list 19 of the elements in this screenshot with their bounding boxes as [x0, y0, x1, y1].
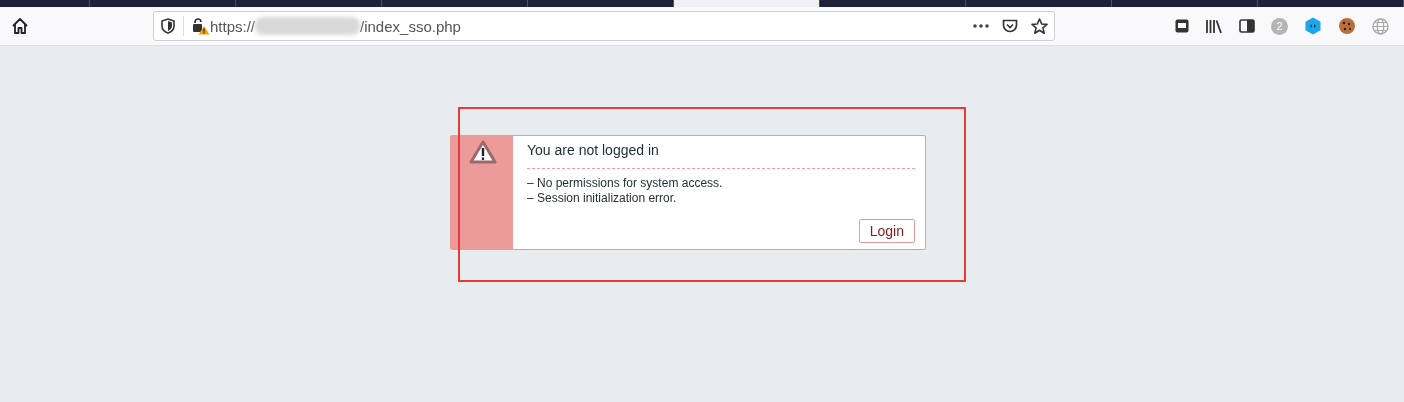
more-icon[interactable] — [973, 24, 989, 28]
pocket-icon[interactable] — [1002, 18, 1018, 34]
url-text: https:// — [210, 17, 256, 35]
star-icon[interactable] — [1031, 17, 1048, 35]
library-icon[interactable] — [1205, 18, 1223, 34]
url-text: /index_sso.php — [360, 17, 461, 35]
sidebar-icon[interactable] — [1239, 19, 1255, 33]
error-message: – Session initialization error. — [527, 191, 678, 206]
alert-title: You are not logged in — [527, 142, 660, 160]
cookie-icon[interactable] — [1338, 17, 1356, 35]
warning-icon — [469, 140, 497, 164]
shield-icon[interactable] — [161, 18, 175, 34]
extension-icon[interactable] — [1304, 17, 1322, 35]
lock-warning-icon[interactable] — [192, 17, 210, 35]
reader-icon[interactable] — [1175, 19, 1189, 33]
address-bar[interactable]: https:// /index_sso.php — [153, 11, 1055, 41]
error-message: – No permissions for system access. — [527, 176, 724, 191]
login-button[interactable]: Login — [858, 219, 915, 243]
home-icon[interactable] — [11, 17, 29, 35]
